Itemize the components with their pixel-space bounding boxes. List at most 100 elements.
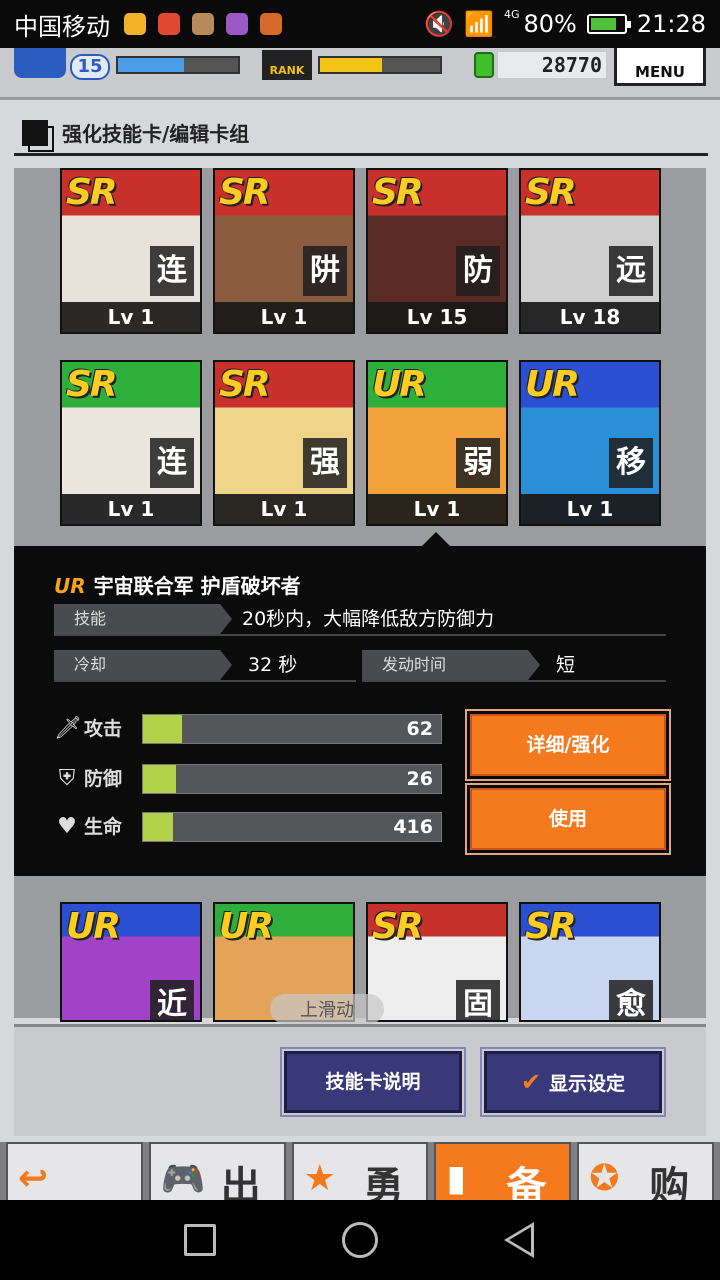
notification-icon (260, 13, 282, 35)
battery-percent: 80% (523, 10, 577, 38)
card-level: Lv 1 (215, 302, 353, 332)
hero-icon: ★ (303, 1158, 336, 1199)
card-type-label: 阱 (303, 246, 347, 296)
card-level: Lv 1 (215, 494, 353, 524)
tab-shop[interactable]: ✪ 购 (577, 1142, 714, 1200)
player-level: 15 (70, 54, 110, 80)
rank-badge: RANK (262, 50, 312, 80)
carrier-name: 中国移动 (14, 12, 110, 41)
avatar[interactable] (14, 48, 66, 78)
recent-apps-button[interactable] (184, 1224, 216, 1256)
page-header: 强化技能卡/编辑卡组 (14, 112, 708, 156)
skill-card[interactable]: UR 移 Lv 1 (519, 360, 661, 526)
battery-icon (586, 14, 631, 34)
card-level: Lv 15 (368, 302, 506, 332)
stat-label: 生命 (84, 816, 123, 838)
page-icon (22, 119, 48, 146)
skill-card[interactable]: SR 远 Lv 18 (519, 168, 661, 334)
controller-icon: 🎮 (160, 1159, 206, 1200)
card-rarity: SR (219, 364, 271, 405)
activation-label: 发动时间 (362, 650, 540, 680)
heart-icon: ♥ (57, 814, 77, 839)
skill-card-help-button[interactable]: 技能卡说明 (280, 1047, 466, 1117)
use-button[interactable]: 使用 (465, 783, 671, 855)
notification-icon (158, 13, 180, 35)
menu-button[interactable]: MENU (614, 48, 706, 86)
card-rarity: SR (372, 906, 424, 947)
cooldown-row: 冷却 32 秒 (54, 650, 356, 682)
back-button[interactable] (504, 1222, 534, 1258)
back-arrow-icon: ↩ (18, 1158, 49, 1199)
tab-equipment[interactable]: ▮ 备 (434, 1142, 572, 1200)
stat-bar: 62 (142, 714, 442, 744)
card-type-label: 近 (150, 980, 194, 1020)
skill-card[interactable]: SR 防 Lv 15 (366, 168, 508, 334)
tab-hero[interactable]: ★ 勇 (291, 1142, 429, 1200)
wifi-icon: 📶 (464, 10, 494, 38)
card-level: Lv 1 (62, 494, 200, 524)
card-rarity: SR (66, 364, 118, 405)
stat-label: 防御 (84, 768, 123, 790)
skill-card[interactable]: SR 阱 Lv 1 (213, 168, 355, 334)
notification-icon (124, 13, 146, 35)
card-rarity: UR (219, 906, 274, 947)
tab-back[interactable]: ↩ (6, 1142, 143, 1200)
skill-card[interactable]: SR 愈 (519, 902, 661, 1022)
currency-icon (474, 52, 494, 78)
defense-stat: ⛨ 防御 26 (54, 764, 442, 796)
stat-bar: 26 (142, 764, 442, 794)
skill-card[interactable]: SR 连 Lv 1 (60, 168, 202, 334)
display-settings-button[interactable]: ✔ 显示设定 (480, 1047, 666, 1117)
system-nav-bar (0, 1200, 720, 1280)
shield-icon: ⛨ (58, 766, 76, 791)
equipment-icon: ▮ (446, 1158, 467, 1199)
stat-label: 攻击 (84, 718, 123, 740)
card-type-label: 移 (609, 438, 653, 488)
skill-card[interactable]: SR 强 Lv 1 (213, 360, 355, 526)
status-bar: 中国移动 🔇 📶 4G 80% 21:28 (0, 0, 720, 48)
skill-card[interactable]: UR 近 (60, 902, 202, 1022)
card-level: Lv 1 (62, 302, 200, 332)
card-rarity: SR (219, 172, 271, 213)
rank-bar (318, 56, 442, 74)
tab-bar: ↩ 🎮 出 ★ 勇 ▮ 备 ✪ 购 (0, 1142, 720, 1200)
game-screen: 15 RANK 28770 MENU 强化技能卡/编辑卡组 SR 连 Lv 1 SR 阱… (0, 48, 720, 1200)
attack-stat: 🗡 攻击 62 (54, 714, 442, 746)
card-type-label: 防 (456, 246, 500, 296)
currency-amount: 28770 (498, 52, 606, 78)
card-type-label: 连 (150, 246, 194, 296)
skill-card[interactable]: SR 连 Lv 1 (60, 360, 202, 526)
notification-icon (226, 13, 248, 35)
skill-label: 技能 (54, 604, 232, 634)
clock: 21:28 (636, 10, 706, 38)
stat-value: 416 (393, 816, 433, 838)
skill-card[interactable]: SR 固 (366, 902, 508, 1022)
skill-card[interactable]: UR 弱 Lv 1 (366, 360, 508, 526)
home-button[interactable] (342, 1222, 378, 1258)
cooldown-label: 冷却 (54, 650, 232, 680)
hp-stat: ♥ 生命 416 (54, 812, 442, 844)
card-type-label: 固 (456, 980, 500, 1020)
card-rarity: SR (525, 172, 577, 213)
card-level: Lv 1 (368, 494, 506, 524)
page-title: 强化技能卡/编辑卡组 (62, 122, 250, 146)
player-hud: 15 RANK 28770 MENU (0, 48, 720, 100)
scroll-hint: 上滑动 (270, 994, 384, 1024)
detail-enhance-button[interactable]: 详细/强化 (465, 709, 671, 781)
exp-bar (116, 56, 240, 74)
stat-value: 62 (406, 718, 433, 740)
tab-sortie[interactable]: 🎮 出 (148, 1142, 286, 1200)
bottom-action-panel: 技能卡说明 ✔ 显示设定 (14, 1024, 706, 1136)
card-rarity: UR (66, 906, 121, 947)
stat-value: 26 (406, 768, 433, 790)
notification-icon (192, 13, 214, 35)
sword-icon: 🗡 (54, 716, 82, 741)
card-rarity: SR (525, 906, 577, 947)
shop-icon: ✪ (589, 1158, 620, 1199)
card-type-label: 远 (609, 246, 653, 296)
card-type-label: 弱 (456, 438, 500, 488)
check-icon: ✔ (520, 1068, 542, 1096)
card-level: Lv 1 (521, 494, 659, 524)
card-rarity: UR (525, 364, 580, 405)
card-rarity: UR (372, 364, 427, 405)
